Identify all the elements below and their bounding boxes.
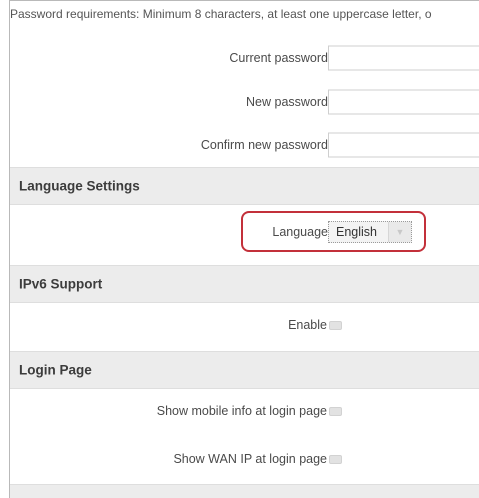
section-title: Language Settings: [19, 178, 140, 194]
confirm-password-label: Confirm new password: [200, 138, 328, 152]
show-mobile-info-checkbox[interactable]: [329, 407, 342, 416]
show-wan-ip-label: Show WAN IP at login page: [173, 452, 327, 466]
section-title: IPv6 Support: [19, 276, 103, 292]
show-wan-ip-row: Show WAN IP at login page: [10, 442, 479, 476]
show-wan-ip-checkbox[interactable]: [329, 455, 342, 464]
settings-panel: Password requirements: Minimum 8 charact…: [9, 0, 479, 498]
section-title: Login Page: [19, 362, 92, 378]
login-page-header: Login Page: [10, 351, 479, 389]
confirm-password-row: Confirm new password: [10, 128, 479, 162]
password-requirements-text: Password requirements: Minimum 8 charact…: [10, 7, 432, 21]
show-mobile-info-label: Show mobile info at login page: [156, 404, 327, 418]
confirm-password-field[interactable]: [328, 132, 479, 158]
next-section-header: [10, 484, 479, 498]
current-password-label: Current password: [229, 51, 328, 65]
language-settings-header: Language Settings: [10, 167, 479, 205]
current-password-field[interactable]: [328, 45, 479, 71]
show-mobile-info-row: Show mobile info at login page: [10, 394, 479, 428]
new-password-label: New password: [246, 95, 328, 109]
ipv6-support-header: IPv6 Support: [10, 265, 479, 303]
current-password-row: Current password: [10, 41, 479, 75]
ipv6-enable-row: Enable: [10, 308, 479, 342]
highlight-box: [241, 211, 426, 252]
ipv6-enable-label: Enable: [288, 318, 327, 332]
new-password-field[interactable]: [328, 89, 479, 115]
new-password-row: New password: [10, 85, 479, 119]
ipv6-enable-checkbox[interactable]: [329, 321, 342, 330]
